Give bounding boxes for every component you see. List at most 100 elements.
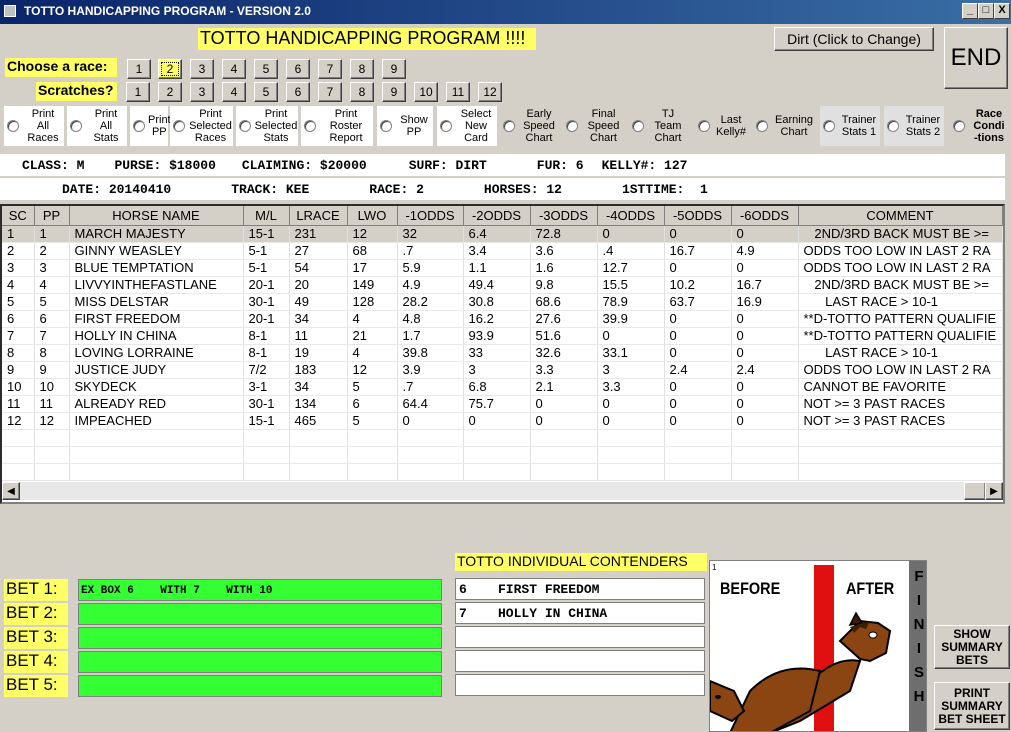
minimize-button[interactable]: _ [962,3,978,19]
table-row[interactable]: 2 2 GINNY WEASLEY 5-1 27 68.7 3.4 3.6.4 16.7 4.9 O… [2,242,1003,260]
bet-5-field[interactable] [78,675,442,697]
scratch-button-8[interactable]: 8 [350,82,374,102]
contender-field-5[interactable] [455,674,705,696]
scratch-button-7[interactable]: 7 [318,82,342,102]
radio-icon[interactable] [239,120,251,132]
option-print-roster-report[interactable]: Print Roster Report [301,106,373,146]
maximize-button[interactable]: □ [978,3,994,19]
table-row[interactable]: 1 1 MARCH MAJESTY 15-1 231 12 32 6.4 72.8 0 0 0 2ND… [2,225,1003,243]
race-button-8[interactable]: 8 [350,59,374,79]
contender-field-2[interactable]: 7 HOLLY IN CHINA [455,602,705,624]
race-button-2[interactable]: 2 [158,59,182,79]
scratch-button-12[interactable]: 12 [478,82,502,102]
column-header-m-l[interactable]: M/L [243,206,290,226]
table-row[interactable]: 10 10 SKYDECK 3-1 34 5.7 6.8 2.1 3.3 0 0 CANNOT BE … [2,378,1003,396]
race-button-5[interactable]: 5 [254,59,278,79]
bet-2-field[interactable] [78,603,442,625]
column-header-6odds[interactable]: -6ODDS [731,206,799,226]
show-summary-bets-button[interactable]: SHOW SUMMARY BETS [934,625,1010,669]
scratch-button-1[interactable]: 1 [126,82,150,102]
end-button[interactable]: END [944,27,1008,89]
race-button-9[interactable]: 9 [382,59,406,79]
table-row[interactable]: 6 6 FIRST FREEDOM 20-1 34 4 4.8 16.2 27.6 39.9 0 0 *… [2,310,1003,328]
column-header-lrace[interactable]: LRACE [289,206,348,226]
option-final-speed-chart[interactable]: Final Speed Chart [563,106,626,146]
close-button[interactable]: X [994,3,1010,19]
race-button-7[interactable]: 7 [318,59,342,79]
radio-icon[interactable] [566,120,578,132]
column-header-pp[interactable]: PP [34,206,70,226]
scratch-button-9[interactable]: 9 [382,82,406,102]
radio-icon[interactable] [440,120,452,132]
bet-3-field[interactable] [78,627,442,649]
radio-icon[interactable] [887,120,899,132]
scratch-button-11[interactable]: 11 [446,82,470,102]
scratch-button-4[interactable]: 4 [222,82,246,102]
table-row[interactable]: 8 8 LOVING LORRAINE 8-1 19 4 39.8 33 32.6 33.1 0 0 … [2,344,1003,362]
table-row[interactable]: 9 9 JUSTICE JUDY 7/2 183 12 3.9 3 3.3 3 2.4 2.4 ODDS… [2,361,1003,379]
option-print-all-stats[interactable]: Print All Stats [67,106,127,146]
option-race-condi-tions[interactable]: Race Condi -tions [950,106,1010,146]
radio-icon[interactable] [70,120,82,132]
column-header-comment[interactable]: COMMENT [798,206,1003,226]
radio-icon[interactable] [380,120,392,132]
option-trainer-stats-1[interactable]: Trainer Stats 1 [820,106,880,146]
option-trainer-stats-2[interactable]: Trainer Stats 2 [884,106,944,146]
race-button-4[interactable]: 4 [222,59,246,79]
radio-icon[interactable] [133,120,145,132]
scratch-button-2[interactable]: 2 [158,82,182,102]
table-row[interactable]: 4 4 LIVVYINTHEFASTLANE 20-1 20 149 4.9 49.4 9.8 1… [2,276,1003,294]
column-header-4odds[interactable]: -4ODDS [597,206,665,226]
option-tj-team-chart[interactable]: TJ Team Chart [629,106,689,146]
scratch-button-6[interactable]: 6 [286,82,310,102]
option-print-all-races[interactable]: Print All Races [4,106,64,146]
race-button-1[interactable]: 1 [127,59,151,79]
column-header-sc[interactable]: SC [2,206,35,226]
radio-icon[interactable] [698,120,710,132]
table-row[interactable]: 3 3 BLUE TEMPTATION 5-1 54 17 5.9 1.1 1.6 12.7 0 0 O… [2,259,1003,277]
scratch-button-5[interactable]: 5 [254,82,278,102]
race-button-6[interactable]: 6 [286,59,310,79]
bet-1-field[interactable]: EX BOX 6 WITH 7 WITH 10 [78,579,442,601]
radio-icon[interactable] [7,120,19,132]
column-header-3odds[interactable]: -3ODDS [530,206,598,226]
radio-icon[interactable] [632,120,644,132]
scratch-button-3[interactable]: 3 [190,82,214,102]
option-show-pp[interactable]: Show PP [377,106,433,146]
surface-toggle-button[interactable]: Dirt (Click to Change) [774,27,934,51]
radio-icon[interactable] [953,120,965,132]
scroll-thumb[interactable] [964,482,986,500]
scroll-left-icon[interactable]: ◀ [2,482,20,500]
column-header-1odds[interactable]: -1ODDS [397,206,464,226]
option-print-pp[interactable]: Print PP [130,106,171,146]
table-row[interactable]: 12 12 IMPEACHED 15-1 465 5 0 0 0 0 0 0 NOT >= 3 PAST… [2,412,1003,430]
table-row[interactable]: 7 7 HOLLY IN CHINA 8-1 11 21 1.7 93.9 51.6 0 0 0 **D… [2,327,1003,345]
table-row[interactable]: 11 11 ALREADY RED 30-1 134 6 64.4 75.7 0 0 0 0 NOT >… [2,395,1003,413]
option-last-kelly[interactable]: Last Kelly# [695,106,749,146]
column-header-5odds[interactable]: -5ODDS [664,206,732,226]
horse-grid[interactable]: SC PP HORSE NAME M/L LRACE LWO -1ODDS -2ODDS -3O… [0,204,1005,504]
radio-icon[interactable] [756,120,768,132]
column-header-horse-name[interactable]: HORSE NAME [69,206,244,226]
scratch-button-10[interactable]: 10 [414,82,438,102]
race-button-3[interactable]: 3 [190,59,214,79]
option-early-speed-chart[interactable]: Early Speed Chart [500,106,560,146]
horizontal-scrollbar[interactable]: ◀ ▶ [2,482,1003,500]
radio-icon[interactable] [173,120,185,132]
contender-field-1[interactable]: 6 FIRST FREEDOM [455,578,705,600]
print-summary-bet-sheet-button[interactable]: PRINT SUMMARY BET SHEET [934,682,1010,730]
table-row[interactable]: 5 5 MISS DELSTAR 30-1 49 128 28.2 30.8 68.6 78.9 6… [2,293,1003,311]
radio-icon[interactable] [304,120,316,132]
column-header-2odds[interactable]: -2ODDS [463,206,531,226]
radio-icon[interactable] [503,120,515,132]
option-select-new-card[interactable]: Select New Card [437,106,497,146]
bet-4-field[interactable] [78,651,442,673]
option-print-selected-stats[interactable]: Print Selected Stats [236,106,298,146]
column-header-lwo[interactable]: LWO [347,206,398,226]
radio-icon[interactable] [823,120,835,132]
scroll-right-icon[interactable]: ▶ [985,482,1003,500]
contender-field-4[interactable] [455,650,705,672]
option-earning-chart[interactable]: Earning Chart [753,106,817,146]
contender-field-3[interactable] [455,626,705,648]
option-print-selected-races[interactable]: Print Selected Races [170,106,233,146]
